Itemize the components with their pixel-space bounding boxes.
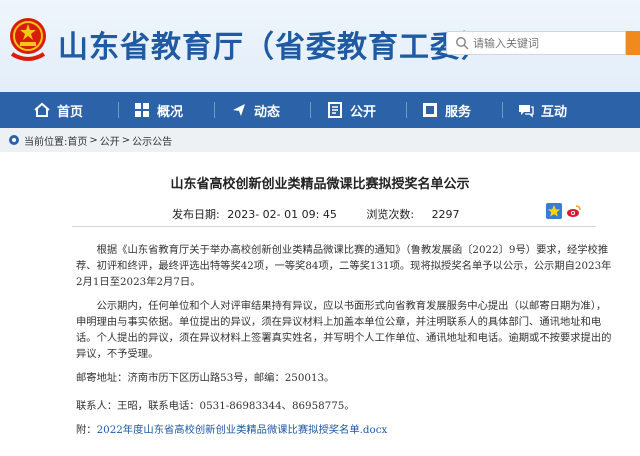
publish-date: 2023- 02- 01 09: 45 (227, 208, 337, 221)
nav-separator (214, 102, 215, 118)
nav-item-open[interactable]: 公开 (327, 92, 376, 128)
breadcrumb-separator: > (121, 134, 131, 146)
main-nav: 首页 概况 动态 公开 服务 互动 (0, 92, 640, 128)
search-input[interactable] (473, 34, 623, 52)
weibo-share-icon[interactable] (566, 203, 582, 219)
favorite-star-icon[interactable] (546, 203, 562, 219)
mail-address: 邮寄地址：济南市历下区历山路53号，邮编：250013。 (76, 372, 335, 384)
article-meta: 发布日期: 2023- 02- 01 09: 45 浏览次数: 2297 (172, 206, 464, 222)
nav-item-news[interactable]: 动态 (231, 92, 280, 128)
nav-separator (310, 102, 311, 118)
nav-item-label: 概况 (157, 104, 184, 120)
attachment-line: 附：2022年度山东省高校创新创业类精品微课比赛拟授奖名单.docx (76, 422, 612, 438)
nav-item-home[interactable]: 首页 (34, 92, 83, 128)
location-icon (9, 135, 19, 145)
contact-info: 联系人：王昭，联系电话：0531-86983344、86958775。 (76, 400, 355, 412)
article-paragraph-1: 根据《山东省教育厅关于举办高校创新创业类精品微课比赛的通知》（鲁教发展函〔202… (76, 244, 612, 288)
search-button[interactable] (626, 31, 640, 55)
overview-icon (135, 103, 149, 117)
share-tools (546, 203, 582, 219)
nav-separator (502, 102, 503, 118)
views-label: 浏览次数: (366, 208, 415, 221)
site-header: 山东省教育厅（省委教育工委） (0, 0, 640, 92)
nav-item-overview[interactable]: 概况 (134, 92, 183, 128)
search-box[interactable] (446, 31, 626, 55)
nav-item-label: 公开 (350, 104, 377, 120)
interaction-icon (519, 105, 534, 118)
views-count: 2297 (431, 208, 460, 221)
article-paragraph-2: 公示期内，任何单位和个人对评审结果持有异议，应以书面形式向省教育发展服务中心提出… (76, 300, 612, 360)
nav-item-label: 动态 (254, 104, 281, 120)
search-icon (456, 37, 469, 50)
nav-item-label: 首页 (57, 104, 84, 120)
breadcrumb-item-home[interactable]: 首页 (67, 133, 87, 148)
breadcrumb-item-open[interactable]: 公开 (100, 133, 120, 148)
publish-date-label: 发布日期: (172, 208, 220, 221)
open-icon (328, 102, 342, 118)
breadcrumb-prefix: 当前位置: (24, 136, 68, 148)
nav-separator (118, 102, 119, 118)
nav-item-label: 服务 (445, 104, 472, 120)
nav-item-service[interactable]: 服务 (422, 92, 471, 128)
attachment-link[interactable]: 2022年度山东省高校创新创业类精品微课比赛拟授奖名单.docx (97, 424, 388, 436)
attachment-label: 附： (76, 424, 97, 436)
title-divider (72, 226, 596, 227)
national-emblem-icon (10, 18, 46, 61)
nav-separator (406, 102, 407, 118)
article-title: 山东省高校创新创业类精品微课比赛拟授奖名单公示 (170, 177, 470, 192)
nav-item-label: 互动 (541, 104, 568, 120)
breadcrumb: 当前位置: 首页 > 公开 > 公示公告 (0, 128, 640, 152)
breadcrumb-separator: > (89, 134, 98, 146)
service-icon (423, 103, 437, 117)
site-title[interactable]: 山东省教育厅（省委教育工委） (58, 22, 492, 66)
home-icon (34, 102, 50, 117)
news-icon (233, 104, 245, 116)
nav-item-interaction[interactable]: 互动 (518, 92, 567, 128)
breadcrumb-item-notice[interactable]: 公示公告 (132, 133, 172, 148)
